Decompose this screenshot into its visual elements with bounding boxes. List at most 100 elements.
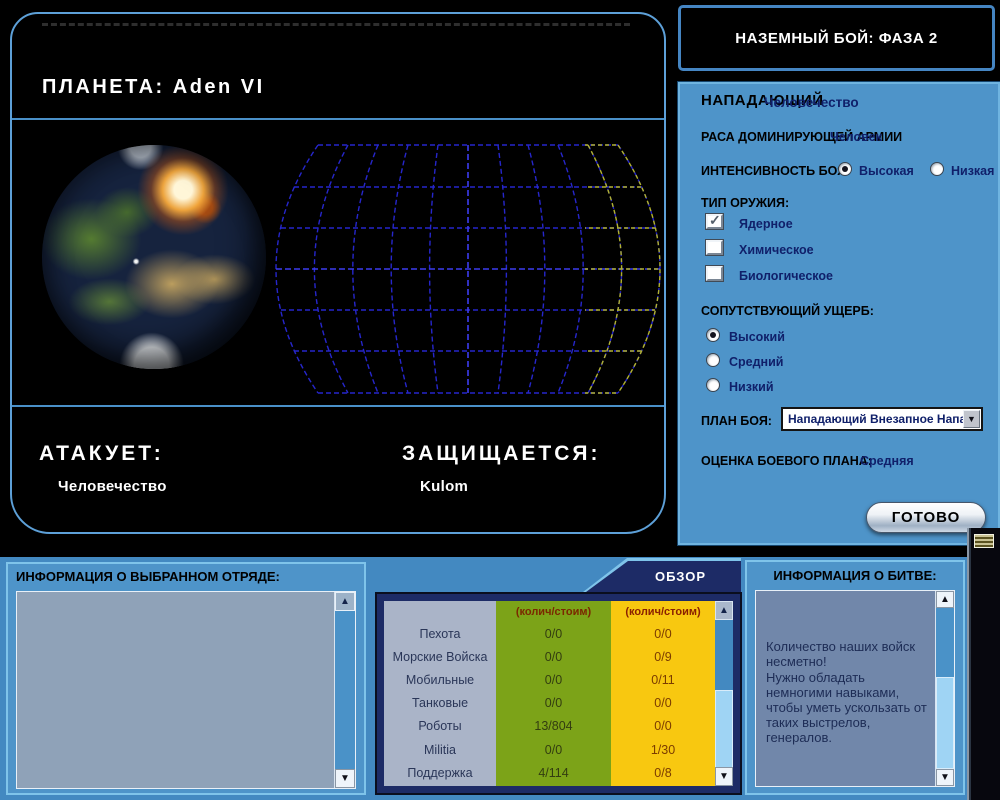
scroll-up-icon: ▲ <box>719 606 729 616</box>
unit-name: Militia <box>384 738 496 761</box>
intensity-label: ИНТЕНСИВНОСТЬ БОЯ: <box>701 164 850 178</box>
scroll-down-button[interactable]: ▼ <box>936 769 954 786</box>
plan-rating-value: Средняя <box>860 454 914 468</box>
weapon-checkbox-biological[interactable] <box>706 266 723 281</box>
planet-globe-image <box>42 145 266 369</box>
intensity-option-low-label[interactable]: Низкая <box>951 164 994 178</box>
unit-qty-cost: 0/0 <box>496 622 611 645</box>
battle-options-panel: НАПАДАЮЩИЙ Человечество РАСА ДОМИНИРУЮЩЕ… <box>678 82 1000 545</box>
scroll-up-icon: ▲ <box>940 595 950 605</box>
unit-table-scrollbar[interactable]: ▲ ▼ <box>715 601 733 786</box>
planet-panel: ПЛАНЕТА: Aden VI <box>10 12 666 534</box>
scroll-down-icon: ▼ <box>940 773 950 783</box>
weapon-nuclear-label[interactable]: Ядерное <box>739 217 793 231</box>
intensity-radio-low[interactable] <box>930 162 944 176</box>
unit-qty-cost: 0/0 <box>496 692 611 715</box>
attacker-label: АТАКУЕТ: <box>39 442 164 466</box>
battle-info-line: Количество наших войск несметно! <box>766 639 928 669</box>
defender-label: ЗАЩИЩАЕТСЯ: <box>402 442 600 466</box>
defender-units-header: (колич/стоим) <box>611 601 715 622</box>
unit-table: Пехота Морские Войска Мобильные Танковые… <box>384 601 733 786</box>
scrollbar-thumb[interactable] <box>715 690 733 768</box>
attacker-value: Человечество <box>58 478 167 495</box>
weapon-checkbox-nuclear[interactable] <box>706 214 723 229</box>
unit-qty-cost: 0/0 <box>496 645 611 668</box>
weapon-checkbox-chemical[interactable] <box>706 240 723 255</box>
scroll-down-button[interactable]: ▼ <box>715 767 733 786</box>
attacker-field-value: Человечество <box>764 95 859 110</box>
scrollbar-thumb[interactable] <box>936 677 954 769</box>
defender-units-column: (колич/стоим) 0/0 0/9 0/11 0/0 0/0 1/30 … <box>611 601 715 786</box>
battle-info-title: ИНФОРМАЦИЯ О БИТВЕ: <box>747 568 963 583</box>
race-field-value: Человек <box>830 130 882 144</box>
panel-divider <box>12 405 664 407</box>
unit-overview-panel: Пехота Морские Войска Мобильные Танковые… <box>375 592 742 795</box>
weapon-type-label: ТИП ОРУЖИЯ: <box>701 196 789 210</box>
intensity-radio-high[interactable] <box>838 162 852 176</box>
squad-info-title: ИНФОРМАЦИЯ О ВЫБРАННОМ ОТРЯДЕ: <box>16 569 280 584</box>
battle-info-text-box: Количество наших войск несметно! Нужно о… <box>755 590 955 787</box>
damage-high-label[interactable]: Высокий <box>729 330 785 344</box>
squad-list-box[interactable]: ▲ ▼ <box>16 591 356 789</box>
unit-name: Роботы <box>384 715 496 738</box>
unit-qty-cost: 0/9 <box>611 645 715 668</box>
unit-qty-cost: 0/11 <box>611 668 715 691</box>
battle-info-panel: ИНФОРМАЦИЯ О БИТВЕ: Количество наших вой… <box>745 560 965 795</box>
weapon-chemical-label[interactable]: Химическое <box>739 243 814 257</box>
defender-value: Kulom <box>420 478 468 495</box>
unit-name: Танковые <box>384 692 496 715</box>
unit-name-column: Пехота Морские Войска Мобильные Танковые… <box>384 601 496 786</box>
unit-qty-cost: 0/0 <box>611 715 715 738</box>
scroll-down-icon: ▼ <box>340 774 350 784</box>
scroll-up-button[interactable]: ▲ <box>936 591 954 608</box>
damage-radio-medium[interactable] <box>706 353 720 367</box>
panel-tick-decoration <box>42 23 630 26</box>
battle-plan-dropdown-button[interactable]: ▼ <box>963 410 980 428</box>
planet-wireframe-map <box>274 142 664 396</box>
damage-medium-label[interactable]: Средний <box>729 355 783 369</box>
intensity-option-high-label[interactable]: Высокая <box>859 164 914 178</box>
scroll-up-button[interactable]: ▲ <box>335 592 355 611</box>
attacker-units-header: (колич/стоим) <box>496 601 611 622</box>
battle-phase-header: НАЗЕМНЫЙ БОЙ: ФАЗА 2 <box>678 5 995 71</box>
attacker-units-column: (колич/стоим) 0/0 0/0 0/0 0/0 13/804 0/0… <box>496 601 611 786</box>
squad-list-scrollbar[interactable]: ▲ ▼ <box>334 592 355 788</box>
scroll-down-button[interactable]: ▼ <box>335 769 355 788</box>
weapon-biological-label[interactable]: Биологическое <box>739 269 833 283</box>
scroll-down-icon: ▼ <box>719 772 729 782</box>
unit-qty-cost: 0/0 <box>611 622 715 645</box>
tab-overview-label: ОБЗОР <box>655 569 706 584</box>
battle-plan-value: Нападающий Внезапное Нападение <box>788 412 983 426</box>
planet-title: ПЛАНЕТА: Aden VI <box>42 76 265 99</box>
collateral-damage-label: СОПУТСТВУЮЩИЙ УЩЕРБ: <box>701 304 874 318</box>
panel-divider <box>12 118 664 120</box>
game-screen: ПЛАНЕТА: Aden VI <box>0 0 1000 800</box>
window-control-icon <box>974 534 994 548</box>
unit-name: Мобильные <box>384 668 496 691</box>
unit-name-header <box>384 601 496 622</box>
unit-qty-cost: 13/804 <box>496 715 611 738</box>
background-window-edge <box>967 528 1000 800</box>
squad-info-panel: ИНФОРМАЦИЯ О ВЫБРАННОМ ОТРЯДЕ: ▲ ▼ <box>6 562 366 795</box>
battle-plan-label: ПЛАН БОЯ: <box>701 414 772 428</box>
damage-low-label[interactable]: Низкий <box>729 380 774 394</box>
unit-qty-cost: 0/0 <box>496 738 611 761</box>
damage-radio-high[interactable] <box>706 328 720 342</box>
plan-rating-label: ОЦЕНКА БОЕВОГО ПЛАНА: <box>701 454 872 468</box>
unit-name: Поддержка <box>384 761 496 784</box>
battle-phase-title: НАЗЕМНЫЙ БОЙ: ФАЗА 2 <box>735 30 937 47</box>
unit-qty-cost: 0/0 <box>496 668 611 691</box>
battle-info-scrollbar[interactable]: ▲ ▼ <box>935 591 954 786</box>
chevron-down-icon: ▼ <box>967 415 976 424</box>
unit-qty-cost: 0/0 <box>611 692 715 715</box>
damage-radio-low[interactable] <box>706 378 720 392</box>
battle-info-line: Нужно обладать немногими навыками, чтобы… <box>766 670 928 745</box>
unit-name: Морские Войска <box>384 645 496 668</box>
scroll-up-button[interactable]: ▲ <box>715 601 733 620</box>
battle-plan-dropdown[interactable]: Нападающий Внезапное Нападение ▼ <box>781 407 983 431</box>
scroll-up-icon: ▲ <box>340 597 350 607</box>
unit-qty-cost: 0/8 <box>611 761 715 784</box>
unit-qty-cost: 1/30 <box>611 738 715 761</box>
unit-name: Пехота <box>384 622 496 645</box>
unit-qty-cost: 4/114 <box>496 761 611 784</box>
